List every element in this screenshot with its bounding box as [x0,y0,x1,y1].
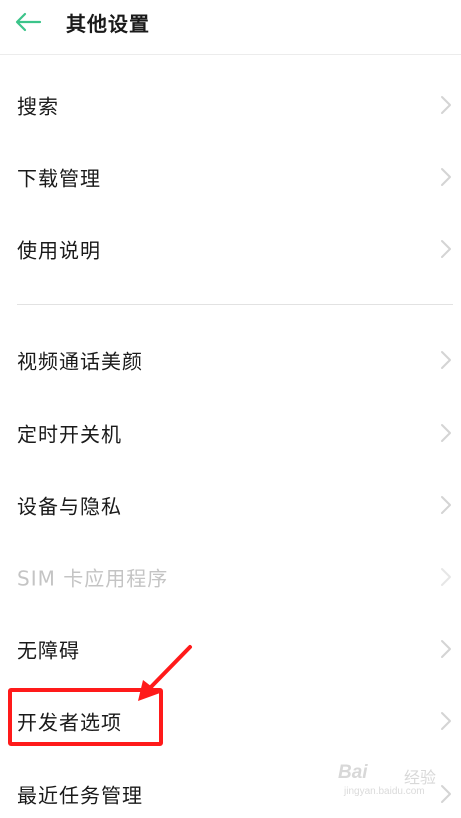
chevron-right-icon [441,424,451,442]
chevron-right-icon [441,351,451,369]
header: 其他设置 [0,0,461,46]
chevron-right-icon [441,240,451,258]
settings-item-label: 最近任务管理 [17,783,143,808]
baidu-watermark: Bai 经验 jingyan.baidu.com [338,760,438,800]
header-divider [0,54,461,55]
settings-item-scheduled-power[interactable]: 定时开关机 [0,397,461,469]
chevron-right-icon [441,496,451,514]
watermark-brand-suffix: 经验 [404,768,437,787]
settings-item-search[interactable]: 搜索 [0,69,461,141]
settings-item-label: 视频通话美颜 [17,349,143,374]
settings-item-accessibility[interactable]: 无障碍 [0,613,461,685]
annotation-highlight-box [8,688,163,746]
settings-page: 其他设置 搜索 下载管理 使用说明 视频通话美颜 定时开关机 设备与隐私 SIM… [0,0,461,818]
settings-item-label: 下载管理 [17,166,101,191]
settings-item-label: 搜索 [17,94,59,119]
chevron-right-icon [441,785,451,803]
settings-item-video-call-beauty[interactable]: 视频通话美颜 [0,324,461,396]
chevron-right-icon [441,96,451,114]
settings-item-label: 定时开关机 [17,422,122,447]
chevron-right-icon [441,168,451,186]
group-divider [17,304,453,305]
chevron-right-icon [441,568,451,586]
arrow-left-icon [15,12,42,32]
back-button[interactable] [10,4,46,40]
settings-item-label: 使用说明 [17,238,101,263]
watermark-brand: Bai [338,762,368,783]
chevron-right-icon [441,712,451,730]
settings-item-sim-apps: SIM 卡应用程序 [0,541,461,613]
settings-item-download-manager[interactable]: 下载管理 [0,141,461,213]
settings-item-device-privacy[interactable]: 设备与隐私 [0,469,461,541]
page-title: 其他设置 [66,12,150,36]
settings-item-label: 无障碍 [17,638,80,663]
settings-item-label: SIM 卡应用程序 [17,566,169,591]
settings-item-label: 设备与隐私 [17,494,122,519]
settings-item-user-guide[interactable]: 使用说明 [0,213,461,285]
chevron-right-icon [441,640,451,658]
watermark-url: jingyan.baidu.com [344,786,425,797]
